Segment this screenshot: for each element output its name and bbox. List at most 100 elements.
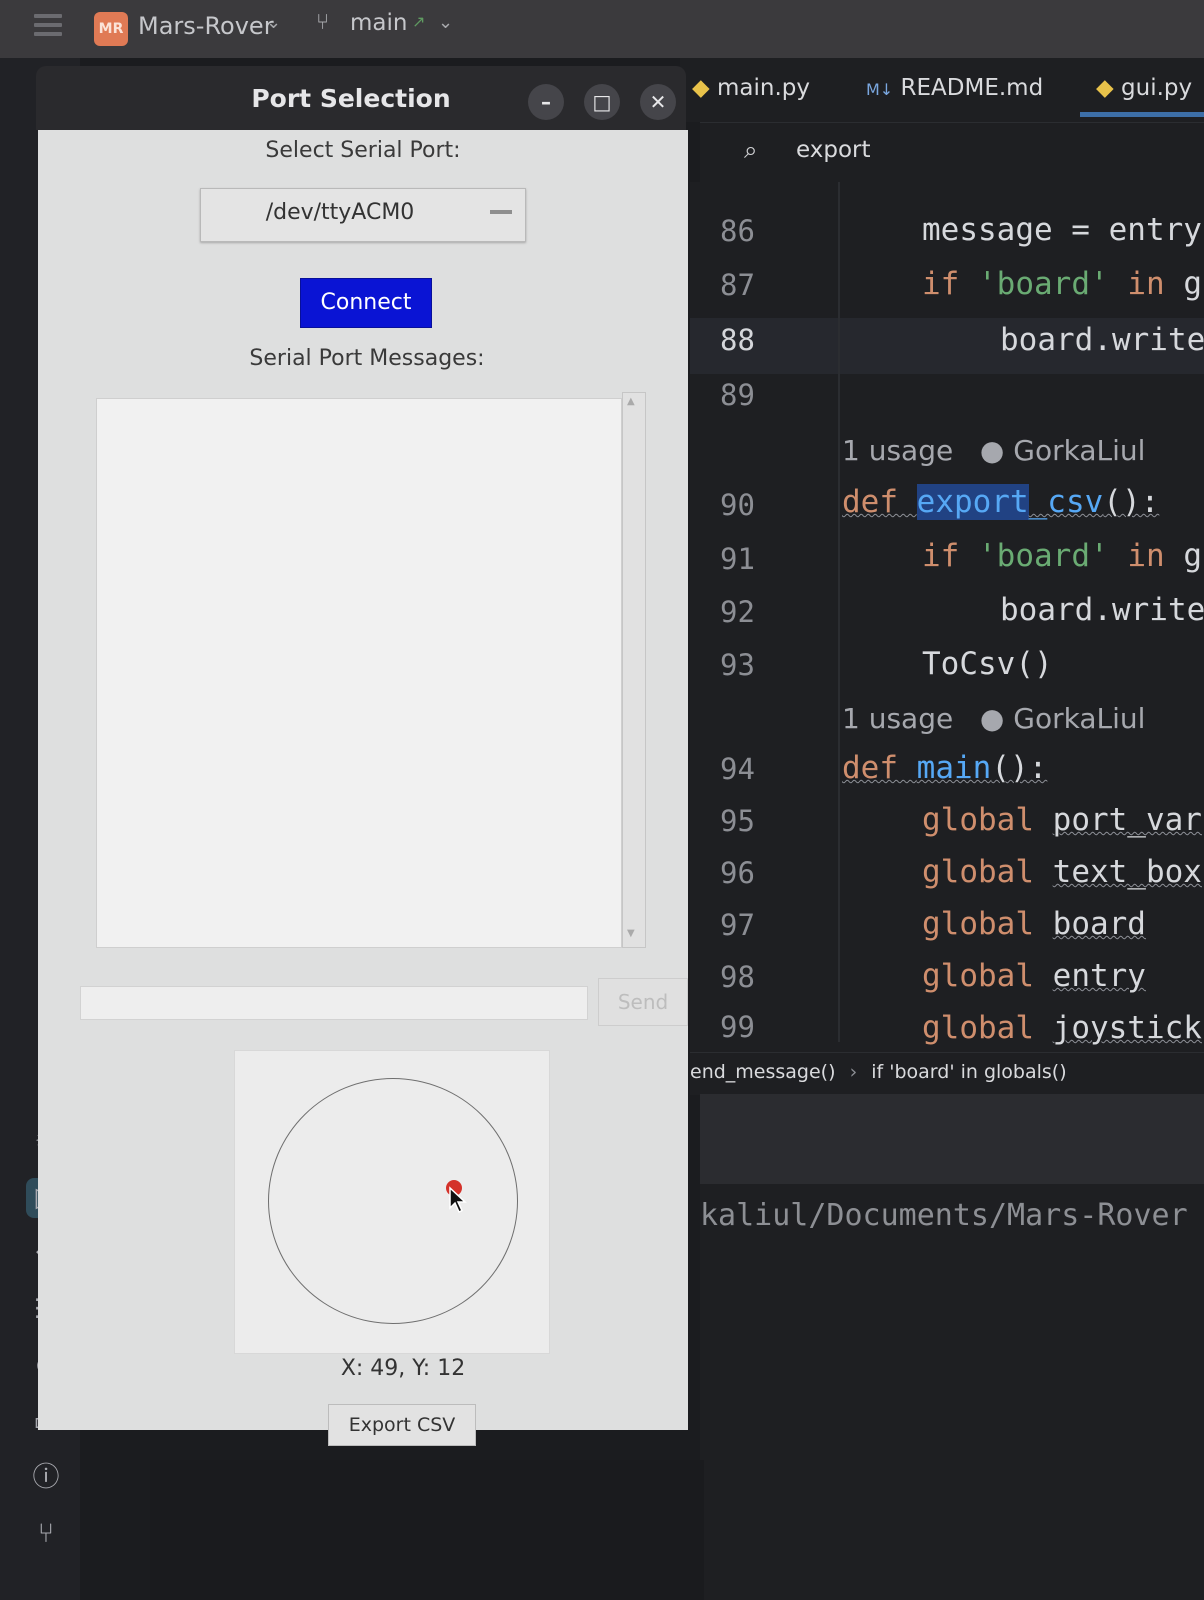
code-line-92: board.write: [1000, 592, 1204, 628]
search-input[interactable]: export: [796, 137, 871, 163]
code-line-94: def main():: [842, 750, 1047, 786]
breadcrumb-item[interactable]: if 'board' in globals(): [871, 1061, 1066, 1083]
message-entry[interactable]: [80, 986, 588, 1020]
serial-messages-textbox[interactable]: [96, 398, 622, 948]
code-text: entry: [1108, 212, 1202, 248]
keyword: if: [922, 266, 978, 302]
main-menu-icon[interactable]: [34, 14, 62, 44]
tab-label: main.py: [717, 75, 811, 101]
send-button[interactable]: Send: [598, 978, 688, 1026]
variable-name: joystick: [1052, 1010, 1202, 1046]
line-number: 96: [720, 856, 755, 890]
keyword: if: [922, 538, 978, 574]
markdown-file-icon: M↓: [866, 80, 894, 99]
git-branch-icon[interactable]: ⑂: [316, 10, 329, 35]
code-line-98: global entry: [922, 958, 1146, 994]
code-line-93: ToCsv(): [922, 646, 1053, 682]
function-name: _csv: [1028, 484, 1104, 520]
terminal-prompt: kaliul/Documents/Mars-Rover: [700, 1198, 1188, 1233]
line-number: 87: [720, 268, 755, 302]
keyword: def: [842, 484, 917, 520]
usage-count: 1 usage: [842, 434, 954, 467]
code-line-87: if 'board' in g: [922, 266, 1202, 302]
line-number: 92: [720, 595, 755, 629]
chevron-down-icon[interactable]: ⌄: [438, 12, 453, 33]
port-dropdown-value: /dev/ttyACM0: [265, 200, 415, 225]
tab-main-py[interactable]: ◆ main.py: [692, 68, 810, 108]
variable-name: text_box: [1052, 854, 1202, 890]
joystick-boundary: [268, 1078, 518, 1324]
python-file-icon: ◆: [692, 75, 710, 101]
gutter-divider: [838, 182, 840, 1042]
user-icon: ●: [979, 702, 1005, 735]
branch-name[interactable]: main: [350, 10, 407, 36]
usage-count: 1 usage: [842, 702, 954, 735]
git-icon[interactable]: ⑂: [26, 1514, 66, 1554]
active-tab-indicator: [1080, 112, 1204, 117]
export-csv-button[interactable]: Export CSV: [328, 1404, 476, 1446]
code-line-99: global joystick: [922, 1010, 1202, 1046]
desktop-background: [150, 1460, 704, 1600]
code-text: g: [1183, 538, 1202, 574]
search-icon[interactable]: ⌕: [744, 136, 757, 164]
author-name: GorkaLiul: [1013, 434, 1146, 467]
keyword: global: [922, 854, 1053, 890]
string-literal: 'board': [978, 266, 1109, 302]
usage-hint[interactable]: 1 usage ● GorkaLiul: [842, 702, 1145, 735]
scroll-up-icon[interactable]: ▲: [627, 396, 635, 407]
user-icon: ●: [979, 434, 1005, 467]
keyword: global: [922, 906, 1053, 942]
code-text: message =: [922, 212, 1109, 248]
tab-readme-md[interactable]: M↓ README.md: [866, 68, 1043, 108]
line-number: 93: [720, 648, 755, 682]
line-number: 95: [720, 804, 755, 838]
keyword: global: [922, 802, 1053, 838]
connect-button[interactable]: Connect: [300, 278, 432, 328]
code-line-88: board.write: [1000, 322, 1204, 358]
usage-hint[interactable]: 1 usage ● GorkaLiul: [842, 434, 1145, 467]
problems-icon[interactable]: ⓘ: [26, 1458, 66, 1498]
messages-scrollbar[interactable]: [622, 392, 646, 948]
line-number: 91: [720, 542, 755, 576]
tab-label: gui.py: [1121, 75, 1193, 101]
find-bar: [700, 122, 1204, 183]
code-text: ():: [1103, 484, 1160, 520]
line-number: 97: [720, 908, 755, 942]
keyword: def: [842, 750, 917, 786]
variable-name: port_var: [1052, 802, 1202, 838]
tool-panel-header: [700, 1094, 1204, 1184]
terminal-panel[interactable]: [700, 1184, 1204, 1600]
select-port-label: Select Serial Port:: [265, 138, 461, 163]
keyword: global: [922, 1010, 1053, 1046]
line-number: 99: [720, 1010, 755, 1044]
project-name[interactable]: Mars-Rover: [138, 12, 274, 40]
line-number: 98: [720, 960, 755, 994]
search-match: export: [916, 484, 1029, 520]
line-number: 90: [720, 488, 755, 522]
minimize-icon[interactable]: –: [528, 84, 564, 120]
code-line-97: global board: [922, 906, 1146, 942]
keyword: in: [1108, 266, 1184, 302]
breadcrumb-item[interactable]: end_message(): [690, 1061, 836, 1083]
keyword: global: [922, 958, 1053, 994]
line-number: 88: [720, 323, 755, 357]
string-literal: 'board': [978, 538, 1109, 574]
code-line-91: if 'board' in g: [922, 538, 1202, 574]
branch-sync-icon: ↗: [412, 12, 426, 31]
chevron-right-icon: ›: [849, 1061, 858, 1083]
close-icon[interactable]: ✕: [640, 84, 676, 120]
line-number: 94: [720, 752, 755, 786]
code-line-90: def export_csv():: [842, 484, 1159, 520]
mouse-cursor-icon: [449, 1186, 467, 1214]
variable-name: board: [1052, 906, 1146, 942]
scroll-down-icon[interactable]: ▼: [627, 928, 635, 939]
tab-gui-py[interactable]: ◆ gui.py: [1096, 68, 1192, 108]
dropdown-indicator-icon[interactable]: [490, 210, 512, 214]
keyword: in: [1108, 538, 1184, 574]
maximize-icon[interactable]: □: [584, 84, 620, 120]
line-number: 86: [720, 214, 755, 248]
chevron-down-icon[interactable]: ⌄: [266, 12, 281, 33]
code-line-96: global text_box: [922, 854, 1202, 890]
project-badge[interactable]: MR: [94, 12, 128, 46]
joystick-coordinates: X: 49, Y: 12: [340, 1356, 466, 1381]
